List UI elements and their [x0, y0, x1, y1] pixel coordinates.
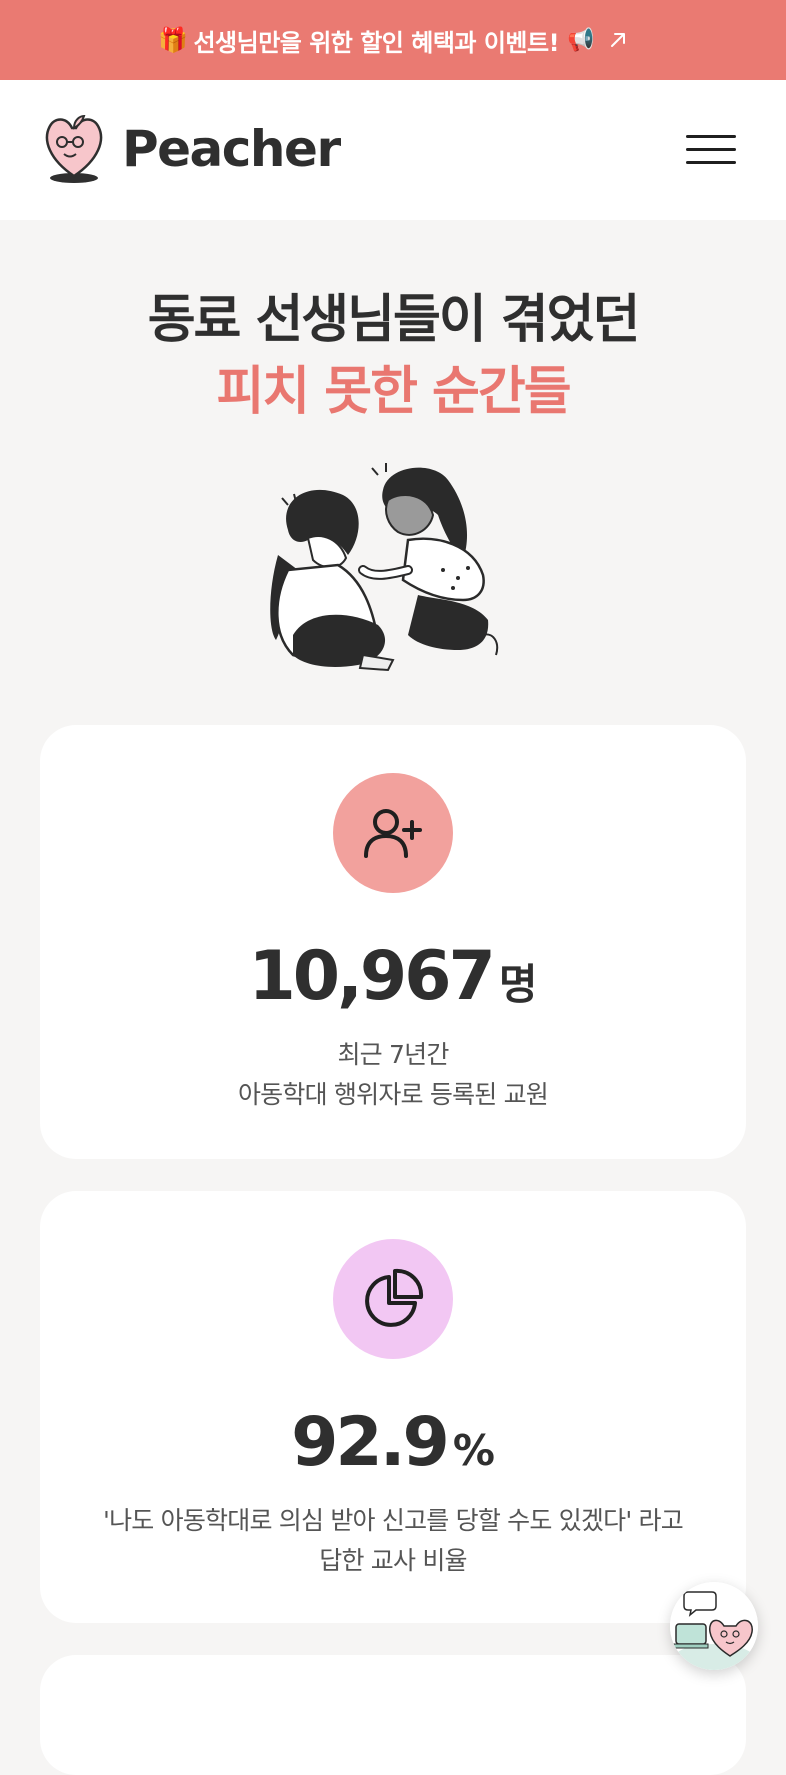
chat-assistant-button[interactable] [670, 1582, 758, 1670]
stat-icon-circle [333, 773, 453, 893]
hamburger-icon[interactable] [686, 132, 736, 166]
stat-card-teachers: 10,967 명 최근 7년간 아동학대 행위자로 등록된 교원 [40, 725, 746, 1159]
pie-chart-icon [365, 1268, 424, 1327]
comforting-teachers-illustration [268, 460, 518, 685]
stat-description-line2: 아동학대 행위자로 등록된 교원 [237, 1080, 549, 1109]
stat-description: '나도 아동학대로 의심 받아 신고를 당할 수도 있겠다' 라고 답한 교사 … [40, 1501, 746, 1581]
hero-title-line2: 피치 못한 순간들 [216, 362, 571, 422]
megaphone-icon: 📢 [567, 27, 594, 53]
hero-title-line1: 동료 선생님들이 겪었던 [147, 290, 641, 350]
external-arrow-icon [608, 30, 628, 50]
promo-banner-text: 선생님만을 위한 할인 혜택과 이벤트! [193, 28, 560, 57]
stat-value: 10,967 명 [40, 937, 746, 1016]
chat-assistant-icon [670, 1582, 758, 1670]
stat-number: 92.9 [291, 1403, 450, 1482]
stat-card-partial [40, 1655, 746, 1775]
gift-icon: 🎁 [158, 26, 188, 54]
stat-unit: 명 [498, 960, 538, 1009]
user-plus-icon [364, 809, 422, 858]
stat-value: 92.9% [40, 1403, 746, 1482]
stat-description-line1: 최근 7년간 [337, 1040, 449, 1069]
stat-card-ratio: 92.9% '나도 아동학대로 의심 받아 신고를 당할 수도 있겠다' 라고 … [40, 1191, 746, 1623]
hero-heading: 동료 선생님들이 겪었던 피치 못한 순간들 [0, 284, 786, 428]
stat-description-line1: '나도 아동학대로 의심 받아 신고를 당할 수도 있겠다' 라고 [103, 1506, 684, 1535]
stat-unit: % [452, 1426, 495, 1475]
stat-description-line2: 답한 교사 비율 [319, 1546, 467, 1575]
peach-logo-icon[interactable] [36, 108, 116, 188]
promo-banner[interactable]: 🎁 선생님만을 위한 할인 혜택과 이벤트! 📢 [0, 0, 786, 80]
stat-icon-circle [333, 1239, 453, 1359]
site-header: Peacher [0, 80, 786, 220]
stat-description: 최근 7년간 아동학대 행위자로 등록된 교원 [40, 1035, 746, 1115]
logo-text[interactable]: Peacher [122, 120, 341, 178]
stat-number: 10,967 [248, 937, 495, 1016]
